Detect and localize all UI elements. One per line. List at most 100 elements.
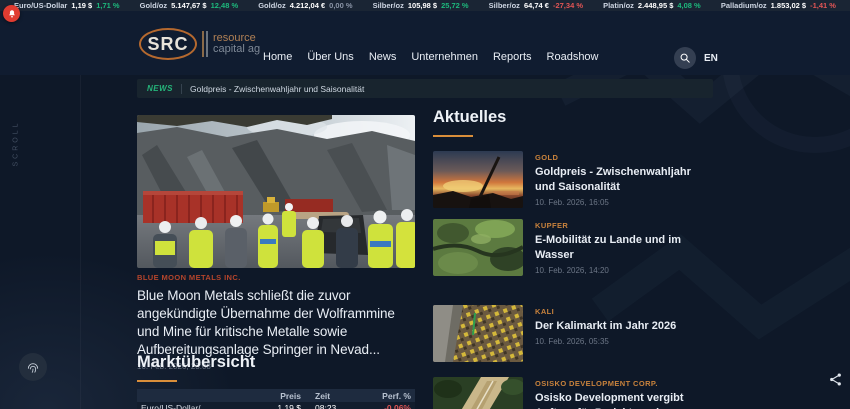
bell-icon (7, 9, 17, 19)
marktuebersicht-section: Marktübersicht Preis Zeit Perf. % Euro/U… (137, 353, 415, 409)
featured-article[interactable]: BLUE MOON METALS INC. Blue Moon Metals s… (137, 115, 415, 371)
logo-oval: SRC (139, 28, 197, 60)
news-category: KUPFER (535, 221, 713, 230)
ticker-change: -27,34 % (553, 1, 583, 10)
ticker-value: 2.448,95 $ (638, 1, 673, 10)
ticker-item[interactable]: Silber/oz 105,98 $ 25,72 % (373, 1, 469, 10)
search-icon (679, 52, 691, 64)
markt-table-header: Preis Zeit Perf. % (137, 389, 415, 402)
featured-article-image[interactable] (137, 115, 415, 268)
news-list: GOLD Goldpreis - Zwischenwahljahr und Sa… (433, 151, 713, 409)
news-item-text: KALI Der Kalimarkt im Jahr 2026 10. Feb.… (535, 305, 713, 362)
markt-col-zeit: Zeit (301, 391, 353, 401)
ticker-label: Platin/oz (603, 1, 634, 10)
aktuelles-heading: Aktuelles (433, 108, 713, 127)
nav-item-unternehmen[interactable]: Unternehmen (411, 51, 478, 63)
ticker-label: Silber/oz (489, 1, 520, 10)
nav-item-ueber-uns[interactable]: Über Uns (307, 51, 353, 63)
markt-table-row[interactable]: Euro/US-Dollar/ 1,19 $ 08:23 -0,06% (137, 402, 415, 409)
ticker-item[interactable]: Gold/oz 5.147,67 $ 12,48 % (140, 1, 238, 10)
ticker-value: 4.212,04 € (290, 1, 325, 10)
logo-text: SRC (147, 34, 188, 55)
aktuelles-underline (433, 135, 473, 137)
news-title[interactable]: Osisko Development vergibt Auftrag für P… (535, 391, 713, 409)
ticker-value: 1,19 $ (71, 1, 92, 10)
markt-heading: Marktübersicht (137, 353, 415, 372)
news-category: KALI (535, 307, 713, 316)
scroll-indicator-label: SCROLL (13, 120, 20, 166)
ticker-label: Silber/oz (373, 1, 404, 10)
fingerprint-icon (25, 359, 41, 375)
news-category: GOLD (535, 153, 713, 162)
site-header: SRC resource capital ag Home Über Uns Ne… (0, 11, 850, 75)
ticker-item[interactable]: Euro/US-Dollar 1,19 $ 1,71 % (14, 1, 120, 10)
logo-line2: capital ag (213, 44, 260, 55)
language-switcher[interactable]: EN (704, 53, 718, 64)
markt-cell-zeit: 08:23 (301, 403, 353, 409)
ticker-label: Gold/oz (140, 1, 168, 10)
ticker-value: 64,74 € (524, 1, 549, 10)
page-root: Euro/US-Dollar 1,19 $ 1,71 % Gold/oz 5.1… (0, 0, 850, 409)
ticker-value: 1.853,02 $ (771, 1, 806, 10)
ticker-value: 105,98 $ (408, 1, 437, 10)
nav-item-reports[interactable]: Reports (493, 51, 532, 63)
news-date: 10. Feb. 2026, 16:05 (535, 198, 713, 207)
ticker-change: 0,00 % (329, 1, 352, 10)
breadcrumb-title: Goldpreis - Zwischenwahljahr und Saisona… (190, 84, 364, 94)
ticker-change: 25,72 % (441, 1, 469, 10)
logo[interactable]: SRC resource capital ag (139, 28, 260, 60)
breadcrumb-section[interactable]: NEWS (147, 84, 173, 93)
news-thumbnail-forest-aerial[interactable] (433, 377, 523, 409)
markt-cell-name: Euro/US-Dollar/ (141, 403, 251, 409)
aktuelles-section: Aktuelles (433, 108, 713, 409)
ticker-item[interactable]: Silber/oz 64,74 € -27,34 % (489, 1, 583, 10)
news-item-text: KUPFER E-Mobilität zu Lande und im Wasse… (535, 219, 713, 276)
commodity-ticker-bar: Euro/US-Dollar 1,19 $ 1,71 % Gold/oz 5.1… (0, 0, 850, 11)
news-item-osisko[interactable]: OSISKO DEVELOPMENT CORP. Osisko Developm… (433, 377, 713, 409)
markt-col-perf: Perf. % (353, 391, 411, 401)
news-item-kali[interactable]: KALI Der Kalimarkt im Jahr 2026 10. Feb.… (433, 305, 713, 362)
main-nav: Home Über Uns News Unternehmen Reports R… (263, 51, 599, 63)
news-category: OSISKO DEVELOPMENT CORP. (535, 379, 713, 388)
share-button[interactable] (824, 368, 846, 390)
notification-bell-button[interactable] (3, 5, 20, 22)
markt-cell-preis: 1,19 $ (251, 403, 301, 409)
ticker-item[interactable]: Palladium/oz 1.853,02 $ -1,41 % (721, 1, 836, 10)
markt-underline (137, 380, 177, 382)
ticker-change: 1,71 % (96, 1, 119, 10)
nav-item-news[interactable]: News (369, 51, 397, 63)
ticker-label: Palladium/oz (721, 1, 767, 10)
markt-cell-perf: -0,06% (353, 403, 411, 409)
ticker-label: Gold/oz (258, 1, 286, 10)
markt-table: Preis Zeit Perf. % Euro/US-Dollar/ 1,19 … (137, 389, 415, 409)
news-item-text: OSISKO DEVELOPMENT CORP. Osisko Developm… (535, 377, 713, 409)
news-title[interactable]: Der Kalimarkt im Jahr 2026 (535, 319, 713, 334)
ticker-item[interactable]: Platin/oz 2.448,95 $ 4,08 % (603, 1, 701, 10)
fingerprint-button[interactable] (19, 353, 47, 381)
ticker-change: 12,48 % (211, 1, 239, 10)
ticker-change: -1,41 % (810, 1, 836, 10)
ticker-label: Euro/US-Dollar (14, 1, 67, 10)
breadcrumb-divider (181, 84, 182, 94)
news-item-gold[interactable]: GOLD Goldpreis - Zwischenwahljahr und Sa… (433, 151, 713, 208)
logo-words: resource capital ag (213, 33, 260, 55)
news-thumbnail-green-aerial[interactable] (433, 219, 523, 276)
ticker-value: 5.147,67 $ (171, 1, 206, 10)
nav-item-roadshow[interactable]: Roadshow (547, 51, 599, 63)
news-item-text: GOLD Goldpreis - Zwischenwahljahr und Sa… (535, 151, 713, 208)
news-thumbnail-farmland[interactable] (433, 305, 523, 362)
news-thumbnail-sunset-rig[interactable] (433, 151, 523, 208)
markt-col-preis: Preis (251, 391, 301, 401)
featured-category: BLUE MOON METALS INC. (137, 273, 415, 282)
share-icon (828, 372, 843, 387)
news-title[interactable]: E-Mobilität zu Lande und im Wasser (535, 233, 713, 263)
nav-item-home[interactable]: Home (263, 51, 292, 63)
news-date: 10. Feb. 2026, 05:35 (535, 337, 713, 346)
search-button[interactable] (674, 47, 696, 69)
breadcrumb: NEWS Goldpreis - Zwischenwahljahr und Sa… (137, 79, 713, 98)
news-title[interactable]: Goldpreis - Zwischenwahljahr und Saisona… (535, 165, 713, 195)
featured-title[interactable]: Blue Moon Metals schließt die zuvor ange… (137, 287, 415, 359)
logo-divider (202, 31, 208, 57)
ticker-item[interactable]: Gold/oz 4.212,04 € 0,00 % (258, 1, 352, 10)
news-item-kupfer[interactable]: KUPFER E-Mobilität zu Lande und im Wasse… (433, 219, 713, 276)
